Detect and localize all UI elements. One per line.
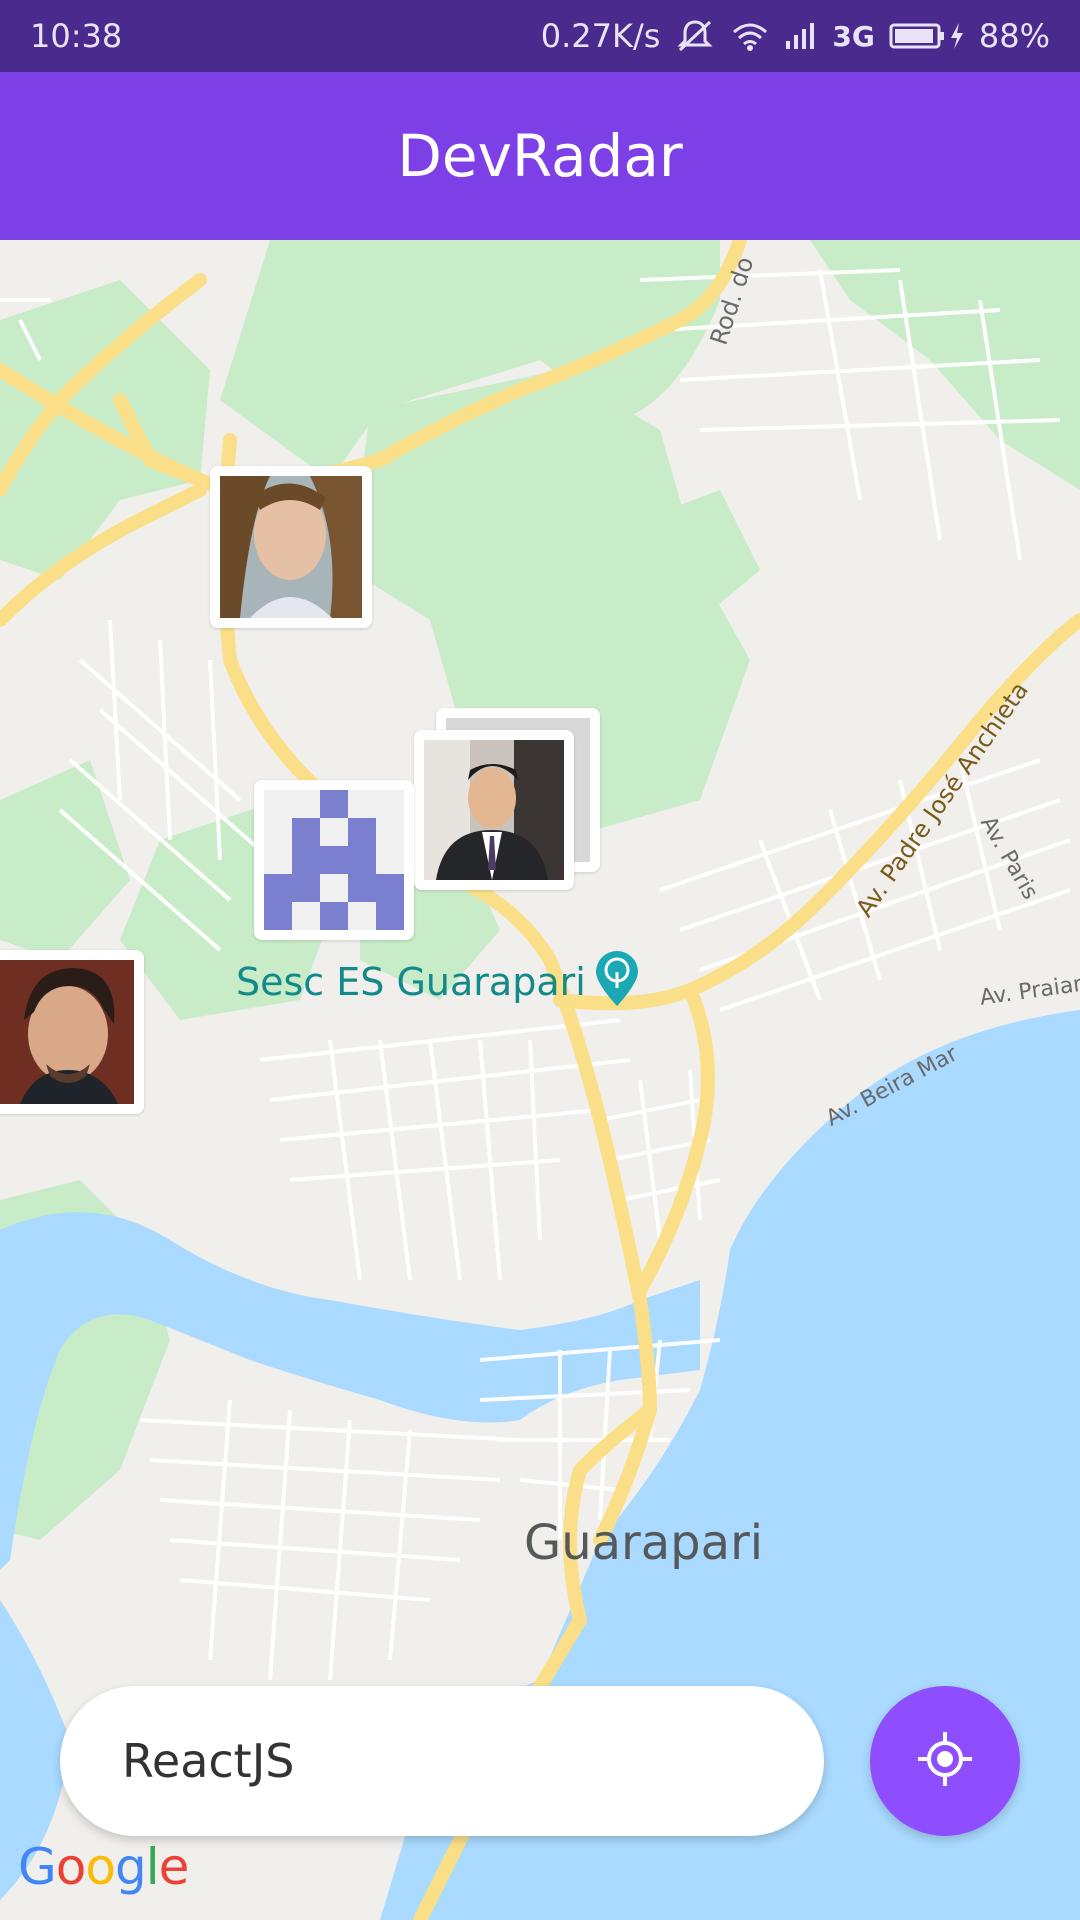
dev-marker-1[interactable]	[210, 466, 372, 628]
dev-marker-5[interactable]	[0, 950, 144, 1114]
map-view[interactable]: Rod. do Av. Padre José Anchieta Av. Pari…	[0, 240, 1080, 1920]
charging-icon	[950, 23, 963, 49]
status-time: 10:38	[30, 17, 123, 55]
my-location-icon	[916, 1730, 974, 1792]
network-speed: 0.27K/s	[540, 17, 661, 55]
app-title: DevRadar	[397, 122, 683, 190]
avatar	[264, 790, 404, 930]
city-label: Guarapari	[524, 1515, 764, 1571]
poi-label: Sesc ES Guarapari	[236, 960, 586, 1004]
search-box[interactable]	[60, 1686, 824, 1836]
avatar	[424, 740, 564, 880]
battery-icon	[889, 21, 965, 51]
battery-level: 88%	[978, 17, 1050, 55]
tech-search-input[interactable]	[120, 1733, 764, 1789]
poi-pin-icon[interactable]	[594, 950, 640, 1012]
avatar	[0, 960, 134, 1104]
wifi-icon	[730, 20, 770, 52]
my-location-button[interactable]	[870, 1686, 1020, 1836]
dev-marker-3[interactable]	[414, 730, 574, 890]
network-type: 3G	[832, 19, 875, 53]
avatar	[220, 476, 362, 618]
google-logo: Google	[18, 1838, 189, 1896]
signal-icon	[784, 21, 818, 51]
status-bar: 10:38 0.27K/s 3G 88%	[0, 0, 1080, 72]
silent-alarm-icon	[674, 18, 716, 54]
app-bar: DevRadar	[0, 72, 1080, 240]
dev-marker-4[interactable]	[254, 780, 414, 940]
